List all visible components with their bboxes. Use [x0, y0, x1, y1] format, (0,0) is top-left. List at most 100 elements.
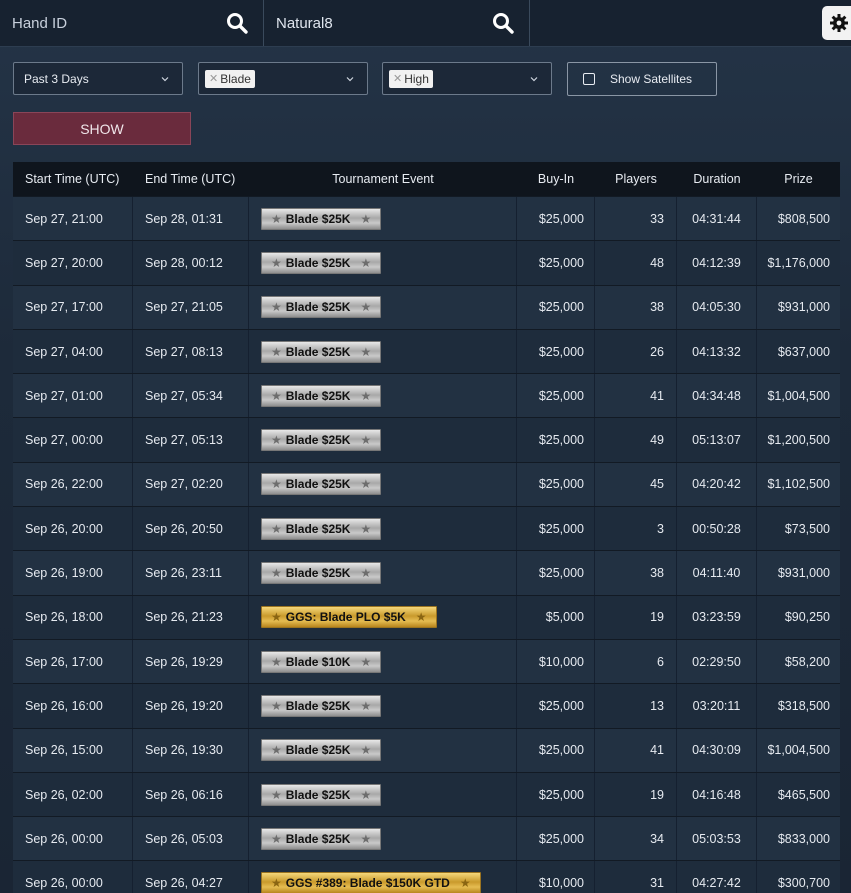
- table-row[interactable]: Sep 26, 02:00 Sep 26, 06:16 ★ Blade $25K ★ $2…: [13, 771, 840, 817]
- hand-id-input[interactable]: Hand ID: [0, 15, 225, 32]
- star-icon: ★: [271, 521, 282, 536]
- event-badge[interactable]: ★ Blade $25K ★: [261, 429, 382, 452]
- table-row[interactable]: Sep 27, 20:00 Sep 28, 00:12 ★ Blade $25K ★ $2…: [13, 240, 840, 285]
- close-icon[interactable]: ✕: [393, 72, 402, 85]
- star-icon: ★: [360, 211, 372, 226]
- duration-cell: 02:29:50: [677, 639, 757, 684]
- show-satellites-toggle[interactable]: Show Satellites: [567, 62, 717, 96]
- event-badge[interactable]: ★ Blade $25K ★: [261, 694, 382, 717]
- event-name: Blade $25K: [285, 388, 351, 403]
- star-icon: ★: [271, 211, 282, 226]
- table-row[interactable]: Sep 26, 18:00 Sep 26, 21:23 ★ GGS: Blade PL…: [13, 594, 840, 639]
- players-cell: 6: [595, 639, 677, 684]
- settings-button[interactable]: [822, 6, 851, 40]
- duration-cell: 04:13:32: [677, 329, 757, 374]
- buy-in-cell: $10,000: [517, 639, 595, 684]
- duration-cell: 04:27:42: [677, 861, 757, 893]
- star-icon: ★: [271, 300, 282, 315]
- end-time-cell: Sep 26, 21:23: [133, 595, 249, 639]
- prize-cell: $465,500: [777, 787, 830, 802]
- search-bar: Hand ID Natural8: [0, 0, 851, 47]
- hand-id-search[interactable]: Hand ID: [0, 0, 264, 46]
- prize-cell: $931,000: [777, 300, 830, 315]
- header-tournament-event[interactable]: Tournament Event: [249, 162, 517, 196]
- event-badge[interactable]: ★ Blade $25K ★: [261, 296, 382, 319]
- players-cell: 19: [595, 772, 677, 817]
- tag-chip[interactable]: ✕ High: [389, 69, 433, 88]
- table-row[interactable]: Sep 26, 20:00 Sep 26, 20:50 ★ Blade $25K ★ $2…: [13, 506, 840, 551]
- duration-cell: 05:03:53: [677, 817, 757, 861]
- table-row[interactable]: Sep 27, 17:00 Sep 27, 21:05 ★ Blade $25K ★ $2…: [13, 284, 840, 329]
- start-time-cell: Sep 27, 00:00: [13, 418, 133, 462]
- table-row[interactable]: Sep 26, 00:00 Sep 26, 05:03 ★ Blade $25K ★ $2…: [13, 816, 840, 861]
- players-cell: 45: [595, 462, 677, 507]
- event-badge[interactable]: ★ Blade $25K ★: [261, 783, 382, 806]
- table-row[interactable]: Sep 26, 15:00 Sep 26, 19:30 ★ Blade $25K ★ $2…: [13, 727, 840, 772]
- event-badge[interactable]: ★ Blade $25K ★: [261, 473, 382, 496]
- header-start-time[interactable]: Start Time (UTC): [13, 162, 133, 196]
- duration-cell: 04:31:44: [677, 197, 757, 241]
- event-badge[interactable]: ★ Blade $25K ★: [261, 384, 382, 407]
- event-badge[interactable]: ★ Blade $25K ★: [261, 739, 382, 762]
- table-row[interactable]: Sep 26, 17:00 Sep 26, 19:29 ★ Blade $10K ★ $1…: [13, 638, 840, 684]
- gear-icon: [830, 14, 848, 32]
- tag-chip[interactable]: ✕ Blade: [205, 69, 255, 88]
- header-prize[interactable]: Prize: [757, 162, 840, 196]
- satellites-label: Show Satellites: [610, 72, 693, 86]
- tag-select-2[interactable]: ✕ High: [382, 62, 552, 95]
- show-button[interactable]: SHOW: [13, 112, 191, 145]
- prize-cell: $833,000: [777, 831, 830, 846]
- buy-in-cell: $25,000: [517, 817, 595, 861]
- event-badge[interactable]: ★ Blade $25K ★: [261, 207, 382, 230]
- search-icon[interactable]: [491, 11, 515, 35]
- header-players[interactable]: Players: [595, 162, 677, 196]
- table-header: Start Time (UTC) End Time (UTC) Tourname…: [13, 162, 840, 196]
- duration-cell: 04:12:39: [677, 241, 757, 285]
- table-row[interactable]: Sep 27, 01:00 Sep 27, 05:34 ★ Blade $25K ★ $2…: [13, 373, 840, 418]
- event-badge[interactable]: ★ Blade $25K ★: [261, 562, 382, 585]
- period-value: Past 3 Days: [24, 71, 89, 86]
- search-icon[interactable]: [225, 11, 249, 35]
- star-icon: ★: [271, 388, 282, 403]
- star-icon: ★: [271, 831, 282, 846]
- players-cell: 19: [595, 595, 677, 639]
- end-time-cell: Sep 26, 19:29: [133, 639, 249, 684]
- table-body: Sep 27, 21:00 Sep 28, 01:31 ★ Blade $25K ★ $2…: [13, 196, 840, 893]
- event-name: Blade $25K: [285, 566, 351, 581]
- duration-cell: 05:13:07: [677, 418, 757, 462]
- event-badge[interactable]: ★ GGS #389: Blade $150K GTD ★: [261, 872, 481, 893]
- table-row[interactable]: Sep 27, 21:00 Sep 28, 01:31 ★ Blade $25K ★ $2…: [13, 196, 840, 241]
- site-search[interactable]: Natural8: [264, 0, 530, 46]
- star-icon: ★: [271, 477, 282, 492]
- table-row[interactable]: Sep 26, 19:00 Sep 26, 23:11 ★ Blade $25K ★ $2…: [13, 550, 840, 595]
- tag-select-1[interactable]: ✕ Blade: [198, 62, 368, 95]
- event-badge[interactable]: ★ Blade $25K ★: [261, 517, 382, 540]
- satellites-checkbox[interactable]: [583, 73, 595, 85]
- period-select[interactable]: Past 3 Days: [13, 62, 183, 95]
- prize-cell: $1,102,500: [767, 477, 830, 492]
- table-row[interactable]: Sep 26, 00:00 Sep 26, 04:27 ★ GGS #389: Bla…: [13, 860, 840, 893]
- table-row[interactable]: Sep 26, 16:00 Sep 26, 19:20 ★ Blade $25K ★ $2…: [13, 683, 840, 728]
- event-badge[interactable]: ★ GGS: Blade PLO $5K ★: [261, 606, 437, 629]
- start-time-cell: Sep 26, 00:00: [13, 861, 133, 893]
- table-row[interactable]: Sep 26, 22:00 Sep 27, 02:20 ★ Blade $25K ★ $2…: [13, 461, 840, 507]
- event-badge[interactable]: ★ Blade $10K ★: [261, 650, 382, 673]
- start-time-cell: Sep 26, 22:00: [13, 462, 133, 507]
- site-input[interactable]: Natural8: [264, 15, 491, 32]
- end-time-cell: Sep 28, 01:31: [133, 197, 249, 241]
- close-icon[interactable]: ✕: [209, 72, 218, 85]
- event-badge[interactable]: ★ Blade $25K ★: [261, 340, 382, 363]
- buy-in-cell: $25,000: [517, 684, 595, 728]
- duration-cell: 04:05:30: [677, 285, 757, 329]
- header-buy-in[interactable]: Buy-In: [517, 162, 595, 196]
- header-duration[interactable]: Duration: [677, 162, 757, 196]
- header-end-time[interactable]: End Time (UTC): [133, 162, 249, 196]
- buy-in-cell: $25,000: [517, 197, 595, 241]
- prize-cell: $1,200,500: [767, 433, 830, 448]
- table-row[interactable]: Sep 27, 04:00 Sep 27, 08:13 ★ Blade $25K ★ $2…: [13, 328, 840, 374]
- event-badge[interactable]: ★ Blade $25K ★: [261, 251, 382, 274]
- prize-cell: $90,250: [784, 610, 830, 625]
- event-badge[interactable]: ★ Blade $25K ★: [261, 827, 382, 850]
- start-time-cell: Sep 27, 17:00: [13, 285, 133, 329]
- table-row[interactable]: Sep 27, 00:00 Sep 27, 05:13 ★ Blade $25K ★ $2…: [13, 417, 840, 462]
